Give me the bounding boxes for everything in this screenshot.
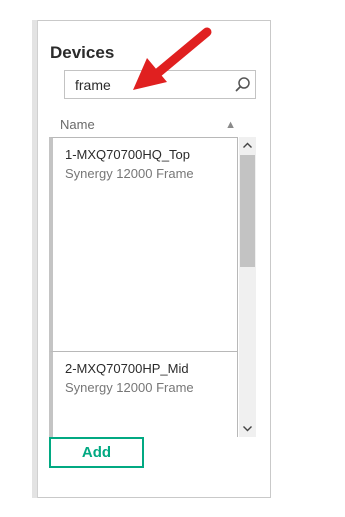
search-icon[interactable] xyxy=(234,76,252,94)
sort-ascending-icon[interactable]: ▲ xyxy=(225,119,236,131)
device-type: Synergy 12000 Frame xyxy=(65,166,194,181)
device-name: 2-MXQ70700HP_Mid xyxy=(65,361,189,376)
device-list: 1-MXQ70700HQ_Top Synergy 12000 Frame 2-M… xyxy=(49,137,257,437)
device-name: 1-MXQ70700HQ_Top xyxy=(65,147,191,162)
list-item[interactable]: 1-MXQ70700HQ_Top Synergy 12000 Frame xyxy=(49,137,238,352)
annotation-arrow-icon xyxy=(133,27,212,90)
list-scrollbar[interactable] xyxy=(239,137,256,437)
column-header-name[interactable]: Name ▲ xyxy=(60,117,236,133)
device-type: Synergy 12000 Frame xyxy=(65,380,194,395)
chevron-down-icon[interactable] xyxy=(239,420,256,437)
list-item[interactable]: 2-MXQ70700HP_Mid Synergy 12000 Frame xyxy=(49,351,238,437)
search-input-value[interactable]: frame xyxy=(75,77,111,93)
chevron-up-icon[interactable] xyxy=(239,137,256,154)
add-button[interactable]: Add xyxy=(49,437,144,468)
scrollbar-thumb[interactable] xyxy=(240,155,255,267)
panel-edge xyxy=(32,20,38,498)
panel-title: Devices xyxy=(50,43,115,62)
column-header-label: Name xyxy=(60,117,95,132)
